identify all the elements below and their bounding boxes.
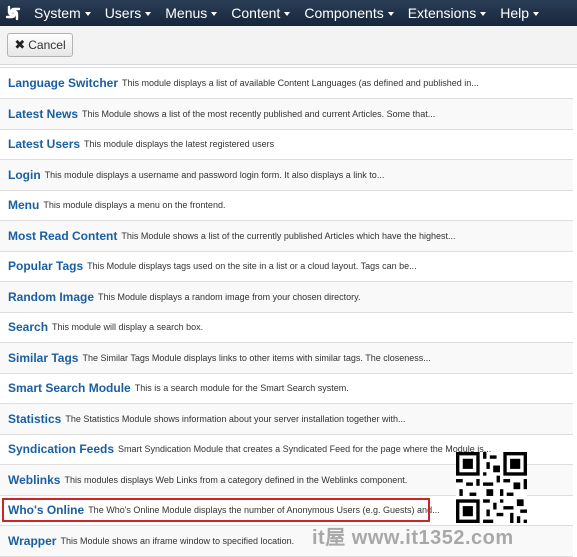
module-title-link[interactable]: Latest News [8,107,78,121]
list-item[interactable]: Statistics The Statistics Module shows in… [0,404,573,435]
list-item[interactable]: Menu This module displays a menu on the f… [0,190,573,221]
module-description: This Module shows a list of the most rec… [82,109,436,119]
watermark: it屋 www.it1352.com [312,522,572,549]
menu-help-label: Help [500,5,529,21]
list-item[interactable]: Language Switcher This module displays a … [0,68,573,99]
module-title-link[interactable]: Login [8,168,41,182]
list-item[interactable]: Similar Tags The Similar Tags Module disp… [0,343,573,374]
module-description: This Module displays tags used on the si… [87,261,417,271]
watermark-text: it屋 www.it1352.com [312,526,514,549]
module-description: The Similar Tags Module displays links t… [82,353,431,363]
highlight-box [2,498,430,522]
module-description: This module displays a menu on the front… [43,200,226,210]
list-item[interactable]: Latest News This Module shows a list of t… [0,99,573,130]
module-description: This Module displays a random image from… [98,292,361,302]
menu-components[interactable]: Components [296,0,399,26]
list-item[interactable]: Login This module displays a username and… [0,160,573,191]
module-title-link[interactable]: Weblinks [8,473,60,487]
module-title-link[interactable]: Menu [8,198,39,212]
list-item[interactable]: Latest Users This module displays the lat… [0,129,573,160]
module-description: This is a search module for the Smart Se… [134,383,349,393]
menu-content[interactable]: Content [223,0,296,26]
module-description: Smart Syndication Module that creates a … [118,444,492,454]
list-item[interactable]: Random Image This Module displays a rando… [0,282,573,313]
joomla-logo-icon[interactable] [0,0,26,26]
qr-code-icon [456,452,527,523]
chevron-down-icon [533,12,539,16]
module-title-link[interactable]: Language Switcher [8,76,118,90]
menu-content-label: Content [231,5,281,21]
menu-extensions-label: Extensions [407,5,477,21]
module-title-link[interactable]: Popular Tags [8,259,83,273]
toolbar: ✖ Cancel [0,26,577,65]
module-title-link[interactable]: Wrapper [8,534,56,548]
chevron-down-icon [480,12,487,16]
module-title-link[interactable]: Similar Tags [8,351,78,365]
chevron-down-icon [284,12,291,16]
list-item[interactable]: Popular Tags This Module displays tags us… [0,251,573,282]
module-description: This Module shows an iframe window to sp… [60,536,295,546]
module-title-link[interactable]: Syndication Feeds [8,442,114,456]
module-title-link[interactable]: Random Image [8,290,94,304]
module-description: This module will display a search box. [52,322,204,332]
module-title-link[interactable]: Smart Search Module [8,381,131,395]
menu-users-label: Users [104,5,142,21]
menu-system-label: System [34,5,81,21]
list-item[interactable]: Most Read Content This Module shows a lis… [0,221,573,252]
chevron-down-icon [211,12,218,16]
module-description: The Statistics Module shows information … [65,414,406,424]
module-description: This Module shows a list of the currentl… [121,231,456,241]
top-navbar: System Users Menus Content Components Ex… [0,0,577,26]
module-title-link[interactable]: Search [8,320,48,334]
chevron-down-icon [84,12,91,16]
list-item[interactable]: Search This module will display a search … [0,312,573,343]
menu-components-label: Components [304,5,384,21]
module-title-link[interactable]: Most Read Content [8,229,117,243]
menu-extensions[interactable]: Extensions [400,0,492,26]
module-description: This module displays a username and pass… [44,170,385,180]
list-item[interactable]: Smart Search Module This is a search modu… [0,373,573,404]
module-description: This module displays the latest register… [84,139,275,149]
chevron-down-icon [145,12,152,16]
module-description: This module displays a list of available… [122,78,479,88]
module-title-link[interactable]: Statistics [8,412,61,426]
module-description: This modules displays Web Links from a c… [64,475,408,485]
menu-menus-label: Menus [165,5,208,21]
menu-system[interactable]: System [26,0,97,26]
cancel-button[interactable]: ✖ Cancel [7,33,73,57]
close-icon: ✖ [14,37,26,52]
menu-users[interactable]: Users [97,0,158,26]
menu-help[interactable]: Help [492,0,545,26]
chevron-down-icon [387,12,394,16]
module-title-link[interactable]: Latest Users [8,137,80,151]
menu-menus[interactable]: Menus [157,0,223,26]
cancel-button-label: Cancel [28,38,66,52]
